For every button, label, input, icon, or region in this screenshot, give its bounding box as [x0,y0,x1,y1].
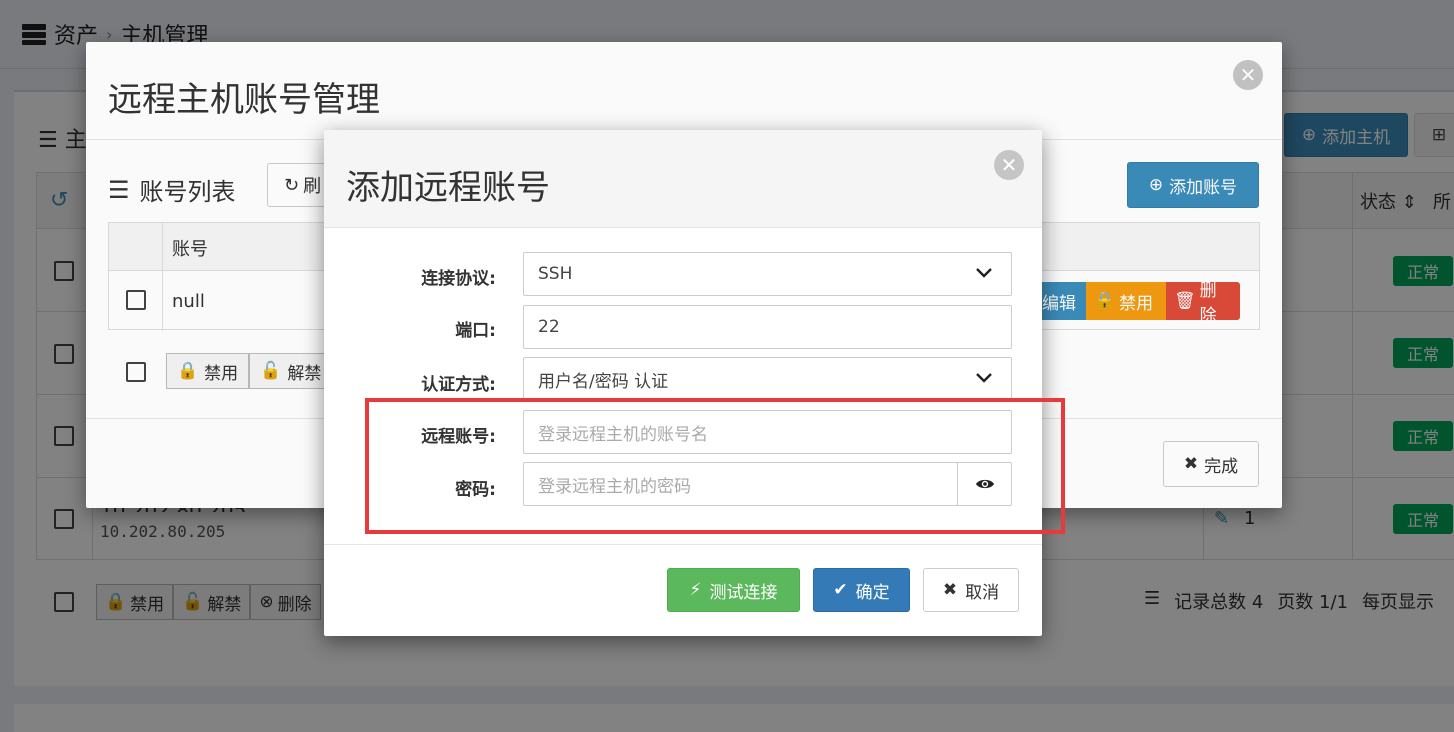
confirm-button[interactable]: ✔ 确定 [813,568,910,612]
modal-title: 添加远程账号 [346,168,550,208]
protocol-label: 连接协议: [421,269,496,289]
protocol-select[interactable]: SSH [523,252,1012,296]
port-label: 端口: [455,321,496,341]
chevron-down-icon [975,368,993,391]
check-icon: ✔ [833,580,848,600]
cancel-button[interactable]: ✖ 取消 [923,568,1019,612]
auth-method-select[interactable]: 用户名/密码 认证 [523,357,1012,401]
times-icon: ✖ [942,580,958,600]
highlight-box [365,398,1065,534]
port-input[interactable]: 22 [523,305,1012,349]
auth-method-label: 认证方式: [421,375,496,395]
close-icon[interactable]: ✕ [994,150,1024,180]
add-remote-account-modal: 添加远程账号 ✕ 连接协议: SSH 端口: 22 认证方式: 用户名/密码 认… [324,130,1042,636]
bolt-icon: ⚡ [689,580,702,600]
modal-footer-divider [324,544,1042,545]
chevron-down-icon [975,263,993,286]
modal-header: 添加远程账号 [324,130,1042,228]
test-connection-button[interactable]: ⚡ 测试连接 [667,568,800,612]
